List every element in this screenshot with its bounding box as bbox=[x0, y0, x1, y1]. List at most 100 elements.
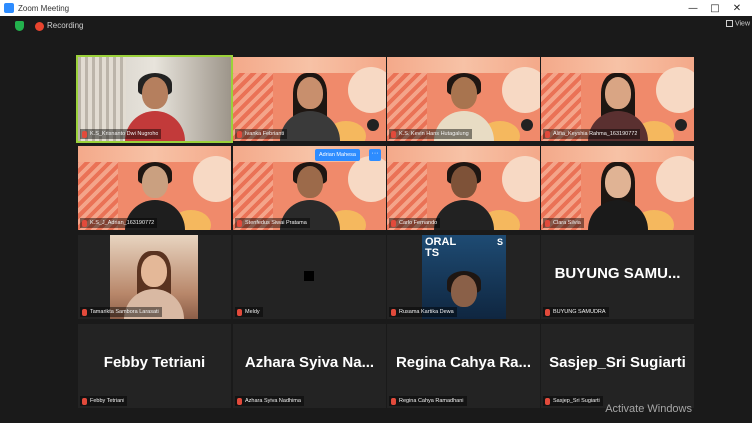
face bbox=[450, 166, 477, 198]
video-tile-krisnanto[interactable]: K.S_Krisnanto Dwi Nugroho bbox=[76, 55, 233, 143]
mic-muted-icon bbox=[82, 397, 87, 405]
participant-name: Rusama Kartika Dewa bbox=[399, 309, 454, 315]
participant-name: K.S. Kevin Hans Hutagalung bbox=[399, 131, 469, 137]
recording-dot-icon bbox=[35, 22, 44, 31]
participant-display-name: Sasjep_Sri Sugiarti bbox=[549, 354, 686, 371]
face bbox=[141, 255, 167, 287]
video-tile-carlo[interactable]: Carlo Fernando bbox=[387, 146, 540, 230]
participant-name: Azhara Syiva Nadhima bbox=[245, 398, 301, 404]
video-tile-clara[interactable]: Clara Silvia bbox=[541, 146, 694, 230]
video-tile-stenfedus[interactable]: Adrian Mahesa ··· Stenfedus Siwai Pratam… bbox=[233, 146, 386, 230]
participant-video bbox=[583, 160, 653, 230]
participant-name-tag: Febby Tetriani bbox=[80, 396, 128, 406]
participant-name-tag: Meldy bbox=[235, 307, 263, 317]
minimize-button[interactable]: — bbox=[682, 3, 704, 14]
mic-muted-icon bbox=[82, 219, 87, 227]
background-shape bbox=[656, 67, 694, 113]
face bbox=[141, 77, 168, 109]
face bbox=[296, 166, 323, 198]
participant-name-tag: Regina Cahya Ramadhani bbox=[389, 396, 467, 406]
shirt bbox=[279, 111, 340, 141]
mic-muted-icon bbox=[545, 219, 550, 227]
participant-name-tag: Sasjep_Sri Sugiarti bbox=[543, 396, 603, 406]
mic-muted-icon bbox=[391, 308, 396, 316]
pin-popup[interactable]: Adrian Mahesa bbox=[315, 149, 360, 161]
mic-muted-icon bbox=[545, 308, 550, 316]
video-tile-regina[interactable]: Regina Cahya Ra... Regina Cahya Ramadhan… bbox=[387, 324, 540, 408]
face bbox=[450, 77, 477, 109]
pin-popup-label: Adrian Mahesa bbox=[319, 152, 356, 158]
participant-name-tag: K.S_J_Adrian_163190772 bbox=[80, 218, 158, 228]
participant-name: K.S_Krisnanto Dwi Nugroho bbox=[90, 131, 159, 137]
video-tile-rusama[interactable]: ORAL TS S Rusama Kartika Dewa bbox=[387, 235, 540, 319]
video-tile-buyung[interactable]: BUYUNG SAMU... BUYUNG SAMUDRA bbox=[541, 235, 694, 319]
background-shape bbox=[348, 156, 386, 202]
zoom-app-icon bbox=[4, 3, 14, 13]
mic-muted-icon bbox=[237, 397, 242, 405]
participant-name-tag: Clara Silvia bbox=[543, 218, 584, 228]
participant-name: Febby Tetriani bbox=[90, 398, 125, 404]
face bbox=[141, 166, 168, 198]
participant-name-tag: Ivanka Febrianti bbox=[235, 129, 288, 139]
participant-name: Regina Cahya Ramadhani bbox=[399, 398, 464, 404]
mic-muted-icon bbox=[545, 130, 550, 138]
participant-name: Tamarikta Sambora Larasati bbox=[90, 309, 159, 315]
window-titlebar: Zoom Meeting — □ ✕ bbox=[0, 0, 752, 16]
video-tile-febby[interactable]: Febby Tetriani Febby Tetriani bbox=[78, 324, 231, 408]
screen-text-right: S bbox=[496, 237, 503, 247]
window-controls: — □ ✕ bbox=[682, 0, 748, 16]
background-shape bbox=[348, 67, 386, 113]
shirt bbox=[587, 200, 648, 230]
participant-name-tag: BUYUNG SAMUDRA bbox=[543, 307, 609, 317]
mic-muted-icon bbox=[545, 397, 550, 405]
face bbox=[604, 166, 631, 198]
background-shape bbox=[656, 156, 694, 202]
participant-name: K.S_J_Adrian_163190772 bbox=[90, 220, 155, 226]
participant-name-tag: Carlo Fernando bbox=[389, 218, 441, 228]
close-button[interactable]: ✕ bbox=[726, 3, 748, 14]
participant-name: BUYUNG SAMUDRA bbox=[553, 309, 606, 315]
participant-display-name: Azhara Syiva Na... bbox=[244, 354, 375, 371]
video-tile-adrian[interactable]: K.S_J_Adrian_163190772 bbox=[78, 146, 231, 230]
reaction-icon bbox=[367, 119, 379, 131]
participant-display-name: Febby Tetriani bbox=[103, 354, 206, 371]
mic-muted-icon bbox=[237, 308, 242, 316]
mic-muted-icon bbox=[391, 130, 396, 138]
reaction-icon bbox=[521, 119, 533, 131]
shirt bbox=[433, 200, 494, 230]
face bbox=[296, 77, 323, 109]
grid-icon bbox=[725, 20, 733, 27]
recording-label: Recording bbox=[47, 21, 84, 30]
participant-display-name: BUYUNG SAMU... bbox=[554, 265, 681, 282]
mic-muted-icon bbox=[82, 130, 87, 138]
participant-name: Clara Silvia bbox=[553, 220, 581, 226]
background-shape bbox=[502, 156, 540, 202]
screen-text-left: ORAL TS bbox=[425, 236, 457, 259]
more-options-button[interactable]: ··· bbox=[369, 149, 381, 161]
video-tile-tamarikta[interactable]: Tamarikta Sambora Larasati bbox=[78, 235, 231, 319]
face bbox=[451, 275, 477, 307]
maximize-button[interactable]: □ bbox=[704, 3, 726, 14]
view-button[interactable]: View bbox=[725, 20, 750, 28]
security-shield-icon[interactable] bbox=[15, 21, 24, 31]
participant-name: Meldy bbox=[245, 309, 260, 315]
participant-name: Alifia_Keyshia Rahma_163190772 bbox=[553, 131, 638, 137]
participant-name: Ivanka Febrianti bbox=[245, 131, 285, 137]
participant-name: Carlo Fernando bbox=[399, 220, 438, 226]
face bbox=[604, 77, 631, 109]
participant-name-tag: Alifia_Keyshia Rahma_163190772 bbox=[543, 129, 641, 139]
reaction-icon bbox=[675, 119, 687, 131]
meeting-top-bar: Recording View bbox=[0, 16, 752, 38]
video-tile-azhara[interactable]: Azhara Syiva Na... Azhara Syiva Nadhima bbox=[233, 324, 386, 408]
participant-name-tag: Tamarikta Sambora Larasati bbox=[80, 307, 162, 317]
mic-muted-icon bbox=[237, 130, 242, 138]
video-tile-meldy[interactable]: Meldy bbox=[233, 235, 386, 319]
participant-name: Sasjep_Sri Sugiarti bbox=[553, 398, 600, 404]
video-tile-ivanka[interactable]: Ivanka Febrianti bbox=[233, 57, 386, 141]
video-tile-sasjep[interactable]: Sasjep_Sri Sugiarti Sasjep_Sri Sugiarti bbox=[541, 324, 694, 408]
mic-muted-icon bbox=[391, 397, 396, 405]
video-tile-kevin[interactable]: K.S. Kevin Hans Hutagalung bbox=[387, 57, 540, 141]
participant-name-tag: Rusama Kartika Dewa bbox=[389, 307, 457, 317]
view-label: View bbox=[734, 20, 750, 28]
video-tile-alifia[interactable]: Alifia_Keyshia Rahma_163190772 bbox=[541, 57, 694, 141]
